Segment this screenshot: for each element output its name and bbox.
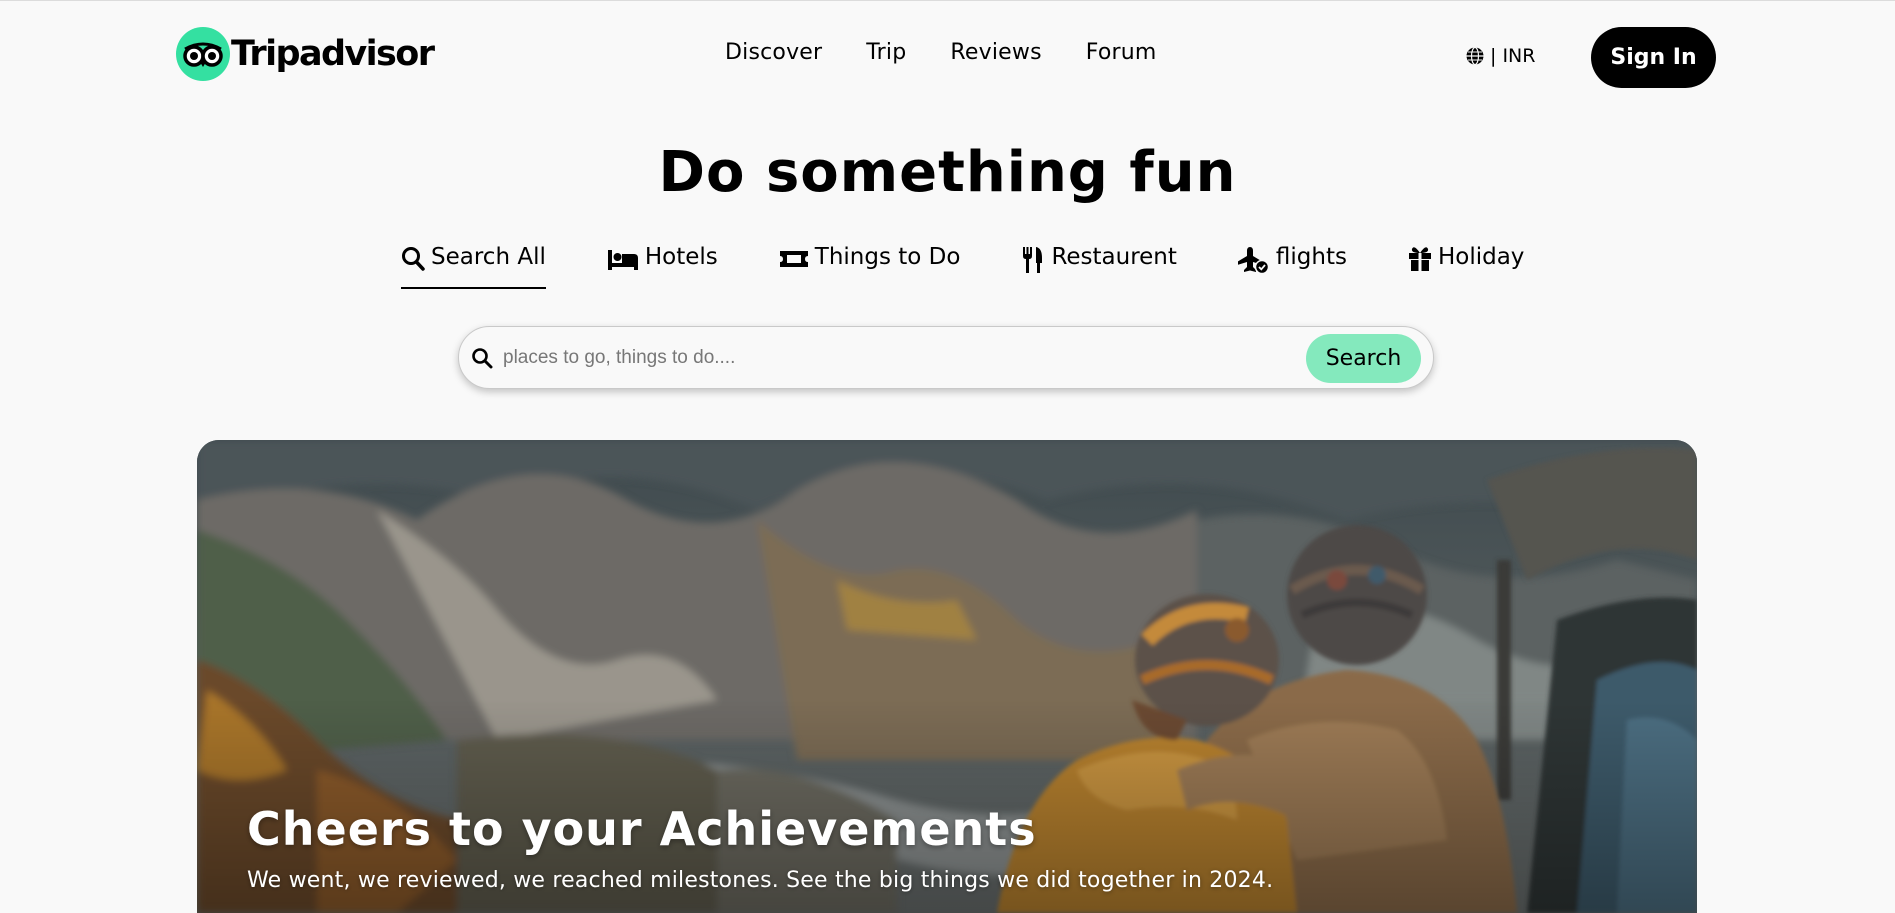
currency-label: | INR: [1490, 45, 1536, 67]
nav-reviews[interactable]: Reviews: [950, 40, 1041, 65]
search-icon: [471, 347, 493, 373]
tab-hotels[interactable]: Hotels: [607, 244, 718, 289]
banner-subtitle: We went, we reviewed, we reached milesto…: [247, 868, 1274, 893]
site-header: Tripadvisor Discover Trip Reviews Forum …: [0, 0, 1895, 112]
bed-icon: [607, 246, 639, 272]
tab-label: Holiday: [1437, 244, 1525, 270]
search-category-tabs: Search All Hotels Things to Do Restauren…: [401, 244, 1524, 289]
banner-title: Cheers to your Achievements: [247, 802, 1037, 856]
currency-selector[interactable]: | INR: [1465, 45, 1535, 67]
sign-in-button[interactable]: Sign In: [1591, 27, 1716, 88]
tab-holiday[interactable]: Holiday: [1408, 244, 1524, 289]
tab-label: Search All: [431, 244, 546, 270]
utensils-icon: [1021, 246, 1045, 274]
nav-trip[interactable]: Trip: [866, 40, 906, 65]
tab-search-all[interactable]: Search All: [401, 244, 546, 289]
search-button[interactable]: Search: [1306, 334, 1421, 383]
globe-icon: [1466, 46, 1484, 66]
tripadvisor-logo[interactable]: Tripadvisor: [176, 27, 435, 81]
main-nav: Discover Trip Reviews Forum: [725, 40, 1201, 65]
search-bar: Search: [458, 326, 1434, 389]
achievements-banner[interactable]: Cheers to your Achievements We went, we …: [197, 440, 1697, 913]
tab-label: Restaurent: [1051, 244, 1177, 270]
tab-label: Hotels: [644, 244, 718, 270]
gift-icon: [1408, 246, 1432, 272]
brand-name: Tripadvisor: [231, 34, 435, 74]
nav-forum[interactable]: Forum: [1086, 40, 1157, 65]
nav-discover[interactable]: Discover: [725, 40, 822, 65]
plane-check-icon: [1237, 246, 1270, 274]
tab-flights[interactable]: flights: [1237, 244, 1347, 289]
tab-label: Things to Do: [814, 244, 961, 270]
tab-restaurent[interactable]: Restaurent: [1021, 244, 1177, 289]
ticket-icon: [779, 246, 809, 272]
tab-label: flights: [1275, 244, 1347, 270]
search-input[interactable]: [503, 339, 1283, 377]
owl-logo-icon: [176, 27, 230, 81]
tab-things-to-do[interactable]: Things to Do: [779, 244, 961, 289]
page-title: Do something fun: [658, 140, 1237, 205]
search-icon: [401, 246, 425, 272]
